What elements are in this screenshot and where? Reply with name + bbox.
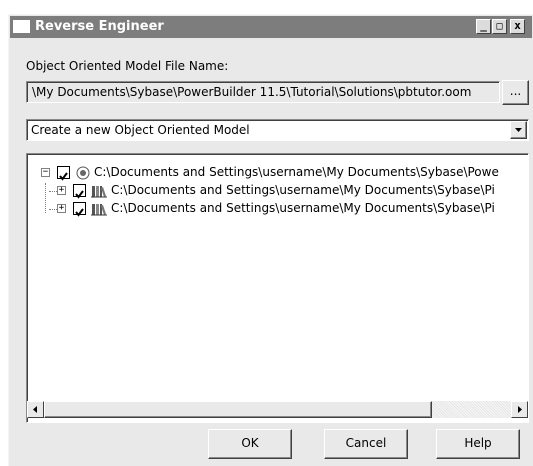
help-button[interactable]: Help <box>436 429 520 459</box>
child-1-path-label: C:\Documents and Settings\username\My Do… <box>111 183 495 197</box>
scroll-right-button[interactable] <box>511 401 528 418</box>
maximize-icon: □ <box>496 21 503 32</box>
model-mode-select[interactable]: Create a new Object Oriented Model <box>26 119 529 141</box>
expand-toggle[interactable]: + <box>57 186 66 195</box>
library-books-icon <box>91 186 107 198</box>
tree-row-child-1[interactable]: + C:\Documents and Settings\username\My … <box>27 182 528 200</box>
child-2-path-label: C:\Documents and Settings\username\My Do… <box>111 201 495 215</box>
cancel-label: Cancel <box>345 436 387 450</box>
arrow-right-icon <box>518 406 522 413</box>
tree-row-child-2[interactable]: + C:\Documents and Settings\username\My … <box>27 200 528 218</box>
background-header-fragment <box>0 0 533 14</box>
minimize-icon: _ <box>480 19 487 32</box>
title-bar[interactable]: Reverse Engineer _ □ x <box>10 16 532 38</box>
checkmark-icon <box>59 172 68 181</box>
close-icon: x <box>514 19 521 32</box>
checkmark-icon <box>75 190 84 199</box>
source-tree[interactable]: − C:\Documents and Settings\username\My … <box>26 153 529 423</box>
browse-button[interactable]: ... <box>502 80 529 105</box>
file-path-value: \My Documents\Sybase\PowerBuilder 11.5\T… <box>32 85 472 99</box>
maximize-button[interactable]: □ <box>492 19 507 34</box>
tree-row-root[interactable]: − C:\Documents and Settings\username\My … <box>27 164 528 182</box>
scroll-left-button[interactable] <box>27 401 44 418</box>
browse-label: ... <box>509 84 522 98</box>
root-checkbox[interactable] <box>57 166 70 181</box>
window-icon <box>13 20 30 33</box>
expand-toggle[interactable]: + <box>57 204 66 213</box>
target-radio-icon <box>76 166 90 180</box>
dropdown-arrow-button[interactable] <box>510 121 527 139</box>
file-path-field[interactable]: \My Documents\Sybase\PowerBuilder 11.5\T… <box>26 81 500 103</box>
help-label: Help <box>464 436 492 450</box>
ok-label: OK <box>241 436 259 450</box>
window-title: Reverse Engineer <box>35 19 164 34</box>
library-books-icon <box>91 204 107 216</box>
ok-button[interactable]: OK <box>208 429 292 459</box>
child-2-checkbox[interactable] <box>73 202 86 217</box>
child-1-checkbox[interactable] <box>73 184 86 199</box>
minimize-button[interactable]: _ <box>476 19 491 34</box>
model-mode-value: Create a new Object Oriented Model <box>31 123 250 137</box>
chevron-down-icon <box>515 128 522 132</box>
checkmark-icon <box>75 208 84 217</box>
collapse-toggle[interactable]: − <box>41 168 50 177</box>
file-name-label: Object Oriented Model File Name: <box>26 59 229 73</box>
root-path-label: C:\Documents and Settings\username\My Do… <box>94 165 499 179</box>
arrow-left-icon <box>33 406 37 413</box>
horizontal-scrollbar[interactable] <box>27 401 528 418</box>
cancel-button[interactable]: Cancel <box>324 429 408 459</box>
close-button[interactable]: x <box>510 19 525 34</box>
scroll-thumb[interactable] <box>44 401 432 418</box>
reverse-engineer-dialog: Reverse Engineer _ □ x Object Oriented M… <box>8 14 533 466</box>
